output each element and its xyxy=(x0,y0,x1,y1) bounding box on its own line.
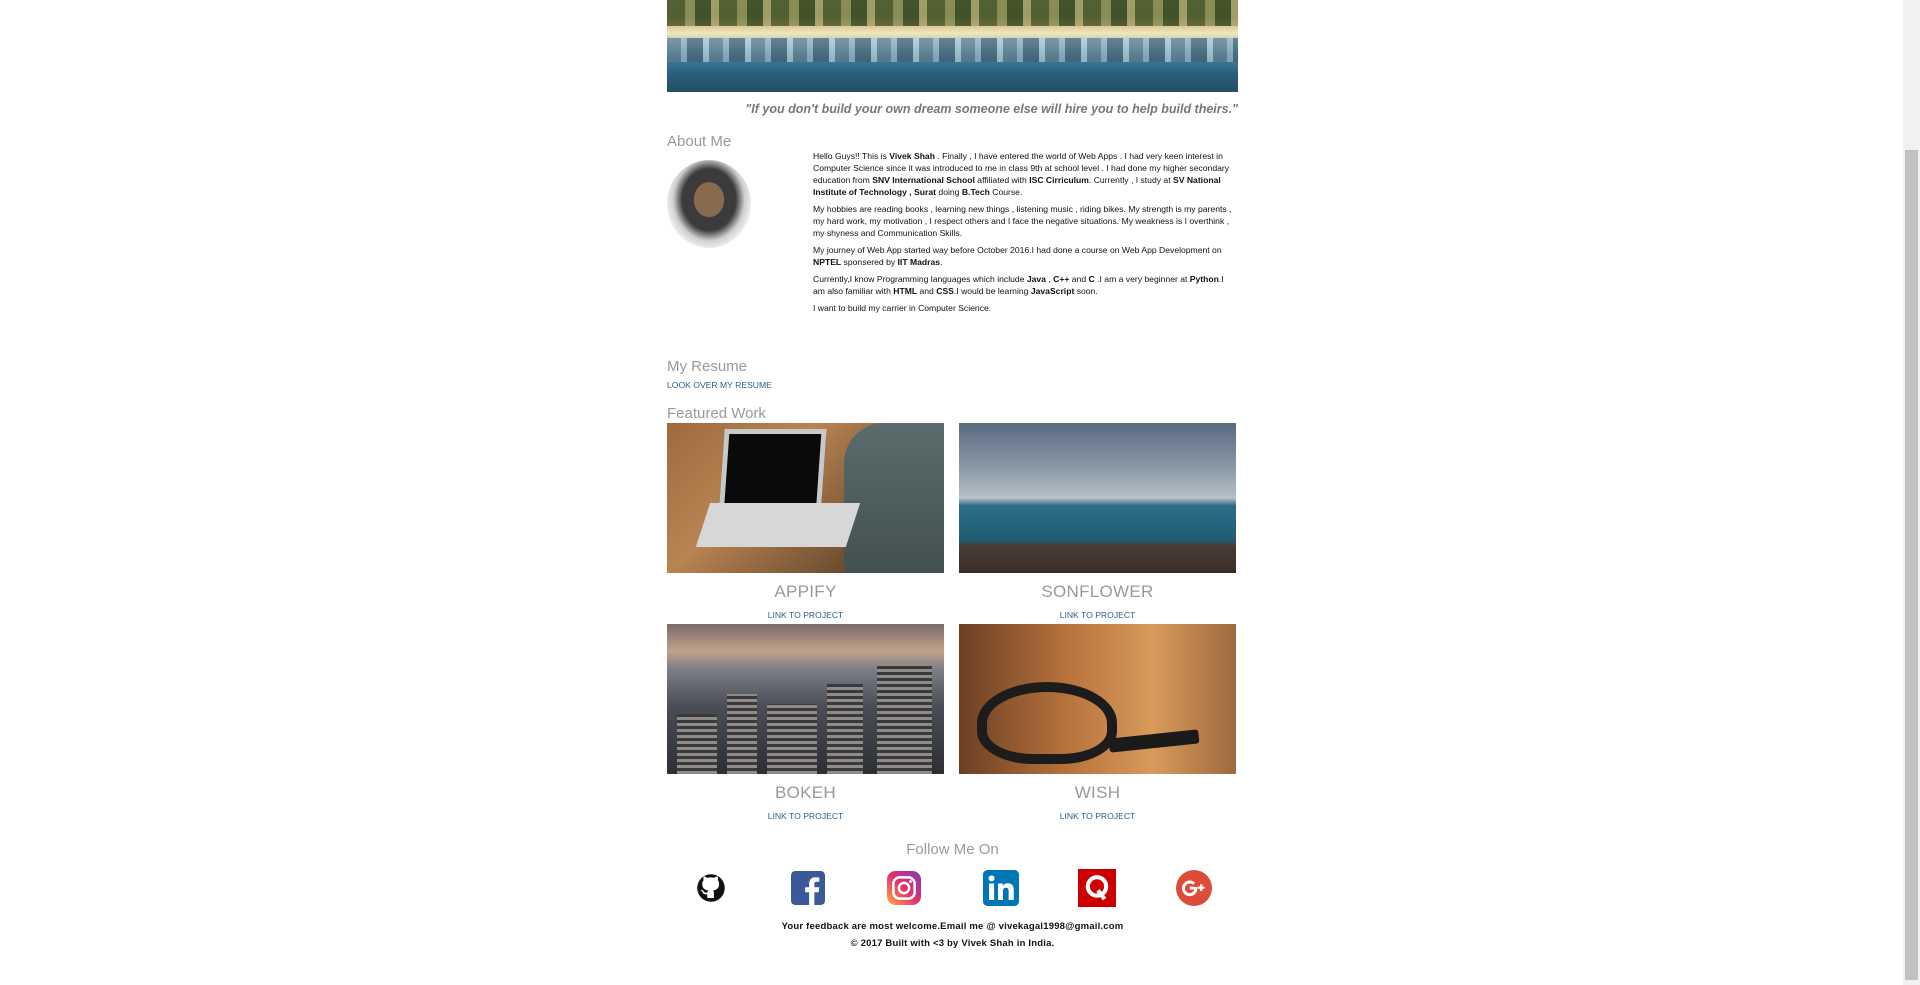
project-title-sonflower: SONFLOWER xyxy=(1041,582,1154,601)
image-laptop-screen xyxy=(719,429,827,504)
image-person xyxy=(844,423,944,573)
image-building xyxy=(767,704,817,774)
project-image-bokeh[interactable] xyxy=(667,624,944,774)
about-text-run: affiliated with xyxy=(974,175,1030,185)
project-link-appify[interactable]: LINK TO PROJECT xyxy=(768,610,844,620)
follow-title: Follow Me On xyxy=(906,841,999,858)
about-paragraph: Currently,I know Programming languages w… xyxy=(813,273,1238,297)
about-text-run: . xyxy=(940,257,943,267)
image-laptop-base xyxy=(695,503,861,547)
hero-trees xyxy=(667,0,1238,26)
project-title-wish: WISH xyxy=(1074,783,1121,802)
about-paragraph: My hobbies are reading books , learning … xyxy=(813,203,1238,239)
project-image-appify[interactable] xyxy=(667,423,944,573)
about-text-run: sponsered by xyxy=(841,257,898,267)
hero-reflection xyxy=(667,38,1238,62)
project-card-bokeh: BOKEH LINK TO PROJECT xyxy=(667,624,944,825)
page-container: "If you don't build your own dream someo… xyxy=(667,0,1238,952)
project-title-appify: APPIFY xyxy=(774,582,837,601)
project-card-wish: WISH LINK TO PROJECT xyxy=(959,624,1236,825)
about-highlight: HTML xyxy=(893,286,918,296)
social-icons xyxy=(667,869,1238,907)
resume-link[interactable]: LOOK OVER MY RESUME xyxy=(667,380,772,390)
about-text-run: My journey of Web App started way before… xyxy=(813,245,1222,255)
about-text-run: Course. xyxy=(989,187,1023,197)
image-headphones xyxy=(977,682,1117,764)
about-highlight: JavaScript xyxy=(1030,286,1075,296)
scrollbar-thumb[interactable] xyxy=(1905,150,1918,980)
instagram-icon[interactable] xyxy=(885,869,923,907)
project-card-appify: APPIFY LINK TO PROJECT xyxy=(667,423,944,624)
about-highlight: B.Tech xyxy=(961,187,990,197)
hero-quote: "If you don't build your own dream someo… xyxy=(745,102,1238,116)
hero-image xyxy=(667,0,1238,92)
about-text-run: I want to build my carrier in Computer S… xyxy=(813,303,992,313)
image-building xyxy=(677,714,717,774)
about-paragraph: Hello Guys!! This is Vivek Shah . Finall… xyxy=(813,150,1238,198)
about-text-run: doing xyxy=(936,187,962,197)
resume-title: My Resume xyxy=(667,358,748,375)
featured-title: Featured Work xyxy=(667,405,766,422)
project-link-wish[interactable]: LINK TO PROJECT xyxy=(1060,811,1136,821)
about-text-run: and xyxy=(1069,274,1089,284)
about-highlight: IIT Madras xyxy=(897,257,941,267)
about-highlight: SNV International School xyxy=(872,175,975,185)
about-highlight: CSS xyxy=(936,286,954,296)
about-text-run: My hobbies are reading books , learning … xyxy=(813,204,1232,238)
footer-feedback: Your feedback are most welcome.Email me … xyxy=(781,921,1124,932)
image-phone xyxy=(1108,729,1200,753)
linkedin-icon[interactable] xyxy=(982,869,1020,907)
image-building xyxy=(877,664,932,774)
project-image-sonflower[interactable] xyxy=(959,423,1236,573)
image-building xyxy=(827,684,863,774)
facebook-icon[interactable] xyxy=(789,869,827,907)
footer: Your feedback are most welcome.Email me … xyxy=(667,918,1238,952)
about-highlight: Vivek Shah xyxy=(889,151,935,161)
about-highlight: Python xyxy=(1189,274,1219,284)
about-text: Hello Guys!! This is Vivek Shah . Finall… xyxy=(813,150,1238,319)
about-highlight: NPTEL xyxy=(813,257,842,267)
github-icon[interactable] xyxy=(692,869,730,907)
about-title: About Me xyxy=(667,133,732,150)
about-text-run: soon. xyxy=(1074,286,1098,296)
image-building xyxy=(727,694,757,774)
project-link-sonflower[interactable]: LINK TO PROJECT xyxy=(1060,610,1136,620)
quora-icon[interactable] xyxy=(1078,869,1117,907)
avatar xyxy=(667,160,751,248)
about-text-run: Currently,I know Programming languages w… xyxy=(813,274,1027,284)
about-highlight: ISC Cirriculum xyxy=(1029,175,1089,185)
about-text-run: .I am a very beginner at xyxy=(1094,274,1190,284)
project-link-bokeh[interactable]: LINK TO PROJECT xyxy=(768,811,844,821)
about-paragraph: My journey of Web App started way before… xyxy=(813,244,1238,268)
about-text-run: and xyxy=(917,286,937,296)
about-text-run: . Currently , I study at xyxy=(1088,175,1173,185)
about-text-run: Hello Guys!! This is xyxy=(813,151,890,161)
about-highlight: Java xyxy=(1026,274,1046,284)
google-plus-icon[interactable] xyxy=(1175,869,1213,907)
featured-grid: APPIFY LINK TO PROJECT SONFLOWER LINK TO… xyxy=(667,423,1238,825)
project-image-wish[interactable] xyxy=(959,624,1236,774)
about-section: Hello Guys!! This is Vivek Shah . Finall… xyxy=(667,150,1238,350)
about-highlight: C++ xyxy=(1053,274,1070,284)
about-text-run: .I would be learning xyxy=(953,286,1031,296)
scrollbar[interactable] xyxy=(1903,0,1920,985)
project-title-bokeh: BOKEH xyxy=(774,783,837,802)
about-paragraph: I want to build my carrier in Computer S… xyxy=(813,302,1238,314)
footer-copyright: © 2017 Built with <3 by Vivek Shah in In… xyxy=(850,938,1055,949)
project-card-sonflower: SONFLOWER LINK TO PROJECT xyxy=(959,423,1236,624)
